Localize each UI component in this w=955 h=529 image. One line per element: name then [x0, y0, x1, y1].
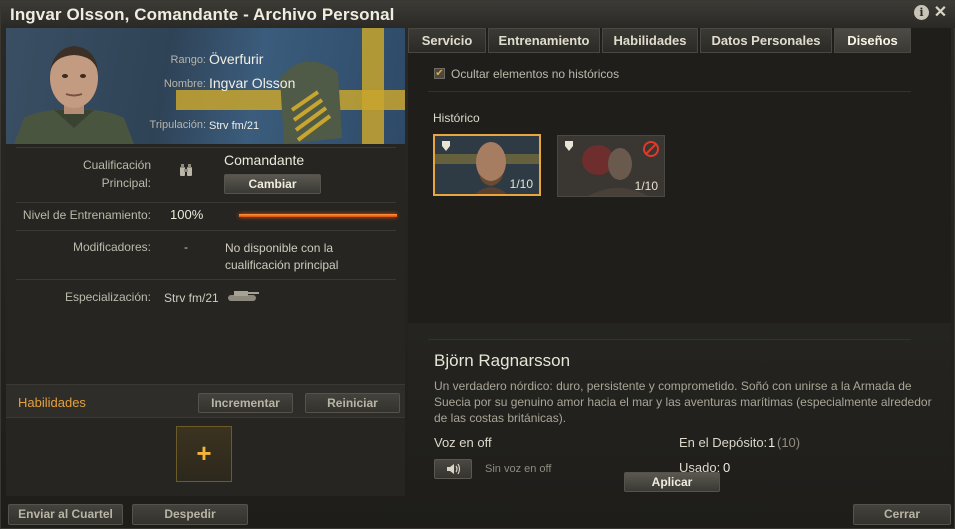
divider: [16, 230, 396, 231]
depot-label: En el Depósito:: [679, 435, 768, 450]
used-value: 0: [723, 460, 731, 475]
tab-datos-personales[interactable]: Datos Personales: [700, 28, 832, 53]
divider: [428, 91, 911, 92]
reset-button[interactable]: Reiniciar: [305, 393, 400, 413]
portrait-banner: Rango: Överfurir Nombre: Ingvar Olsson T…: [6, 28, 405, 144]
info-icon[interactable]: i: [914, 5, 929, 20]
hide-nonhistoric-label[interactable]: Ocultar elementos no históricos: [451, 67, 619, 81]
name-value: Ingvar Olsson: [209, 75, 296, 91]
depot-value: 1: [768, 435, 776, 450]
skin-hero-name: Björn Ragnarsson: [434, 351, 571, 370]
training-progress-bar: [239, 214, 397, 217]
skin-count: 1/10: [509, 177, 533, 191]
skin-count: 1/10: [634, 179, 658, 193]
voice-value: Sin voz en off: [485, 463, 552, 475]
divider: [16, 202, 396, 203]
divider: [428, 339, 911, 340]
apply-button[interactable]: Aplicar: [624, 472, 720, 492]
voice-label: Voz en off: [434, 435, 492, 450]
rank-label: Rango:: [170, 54, 206, 66]
designs-content: ✔ Ocultar elementos no históricos Histór…: [408, 53, 951, 496]
close-icon[interactable]: ✕: [933, 5, 948, 21]
window-title: Ingvar Olsson, Comandante - Archivo Pers…: [10, 5, 395, 24]
specialization-label: Especialización:: [64, 290, 151, 304]
tab-disenos[interactable]: Diseños: [834, 28, 911, 53]
plus-icon: +: [196, 438, 212, 468]
binoculars-icon: [180, 164, 192, 176]
speaker-icon: [447, 463, 461, 475]
modifiers-label: Modificadores:: [72, 240, 151, 254]
dismiss-button[interactable]: Despedir: [132, 504, 248, 525]
tank-icon: [228, 291, 259, 301]
designs-panel: Servicio Entrenamiento Habilidades Datos…: [408, 28, 951, 496]
add-skill-slot[interactable]: +: [176, 426, 232, 482]
title-bar: Ingvar Olsson, Comandante - Archivo Pers…: [1, 1, 955, 28]
skin-hero-description: Un verdadero nórdico: duro, persistente …: [434, 379, 932, 425]
qualification-value: Comandante: [224, 152, 305, 168]
training-value: 100%: [170, 207, 204, 222]
name-label: Nombre:: [163, 78, 206, 90]
increment-button[interactable]: Incrementar: [198, 393, 293, 413]
commander-portrait: [14, 46, 134, 144]
modifiers-value: -: [184, 240, 188, 254]
skin-card-locked[interactable]: 1/10: [557, 135, 665, 197]
voice-preview-button[interactable]: [434, 459, 472, 479]
divider: [16, 279, 396, 280]
historic-section-label: Histórico: [433, 111, 480, 125]
historic-badge-icon: [442, 141, 450, 151]
depot-total: (10): [777, 435, 801, 450]
tab-habilidades[interactable]: Habilidades: [602, 28, 698, 53]
historic-badge-icon: [565, 141, 573, 151]
skills-header: Habilidades Incrementar Reiniciar: [6, 384, 405, 418]
flag-stripe-vertical: [362, 28, 384, 144]
modifiers-note: No disponible con la cualificación princ…: [225, 241, 339, 272]
skin-details: Björn Ragnarsson Un verdadero nórdico: d…: [408, 323, 951, 496]
training-label: Nivel de Entrenamiento:: [22, 208, 151, 222]
skills-title: Habilidades: [18, 395, 86, 410]
close-button[interactable]: Cerrar: [853, 504, 951, 525]
rank-insignia: [280, 61, 342, 144]
personal-file-window: Ingvar Olsson, Comandante - Archivo Pers…: [0, 0, 955, 529]
qualification-label: Cualificación Principal:: [82, 158, 151, 190]
rank-value: Överfurir: [209, 51, 264, 67]
change-qualification-button[interactable]: Cambiar: [224, 174, 321, 194]
divider: [16, 147, 396, 148]
tab-servicio[interactable]: Servicio: [408, 28, 486, 53]
send-to-barracks-button[interactable]: Enviar al Cuartel: [8, 504, 123, 525]
tab-entrenamiento[interactable]: Entrenamiento: [488, 28, 600, 53]
specialization-value: Strv fm/21: [164, 291, 219, 305]
locked-icon: [643, 141, 659, 157]
skin-card-selected[interactable]: 1/10: [433, 134, 541, 196]
crew-value: Strv fm/21: [209, 120, 260, 132]
hide-nonhistoric-checkbox[interactable]: ✔: [434, 68, 445, 79]
crew-label: Tripulación:: [149, 119, 206, 131]
crew-info-panel: Rango: Överfurir Nombre: Ingvar Olsson T…: [6, 28, 405, 496]
tab-bar: Servicio Entrenamiento Habilidades Datos…: [408, 28, 951, 53]
